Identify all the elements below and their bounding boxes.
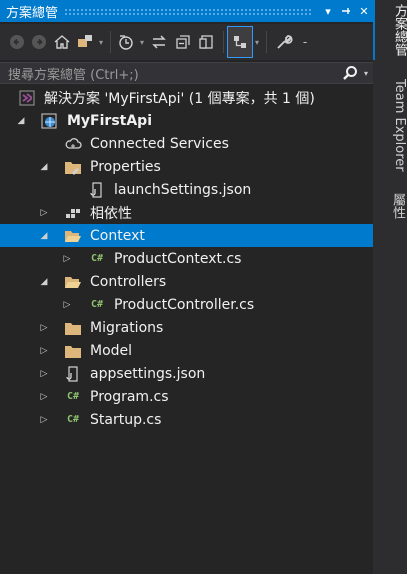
show-all-files-icon[interactable] xyxy=(195,27,219,57)
pin-icon[interactable] xyxy=(337,0,355,22)
web-project-icon xyxy=(40,109,60,132)
tree-item-label: ProductContext.cs xyxy=(114,250,242,267)
expanded-arrow-icon[interactable]: ◢ xyxy=(38,270,50,293)
home-icon[interactable] xyxy=(50,27,74,57)
tree-item-label: 解決方案 'MyFirstApi' (1 個專案，共 1 個) xyxy=(44,90,315,107)
window-title: 方案總管 xyxy=(6,5,59,21)
tree-item-label: Properties xyxy=(90,158,161,175)
collapsed-arrow-icon[interactable]: ▷ xyxy=(61,293,73,316)
json-file-icon xyxy=(63,362,83,385)
preview-icon[interactable] xyxy=(227,26,253,58)
tree-item-context[interactable]: ◢ Context xyxy=(0,224,373,247)
tree-item-model[interactable]: ▷ Model xyxy=(0,339,373,362)
tree-item-label: Connected Services xyxy=(90,135,229,152)
tree-item-launch-settings[interactable]: launchSettings.json xyxy=(0,178,373,201)
tree-item-solution[interactable]: 解決方案 'MyFirstApi' (1 個專案，共 1 個) xyxy=(0,86,373,109)
csharp-file-icon: C# xyxy=(90,299,104,310)
toolbar-separator xyxy=(223,31,224,53)
tree-item-dependencies[interactable]: ▷ 相依性 xyxy=(0,201,373,224)
preview-dropdown-icon[interactable]: ▾ xyxy=(252,27,262,57)
csharp-file-icon: C# xyxy=(66,414,80,425)
tree-item-label: 相依性 xyxy=(90,205,132,222)
window-menu-dropdown-icon[interactable]: ▾ xyxy=(319,0,337,22)
tree-item-label: MyFirstApi xyxy=(67,112,153,129)
tree-item-label: Startup.cs xyxy=(90,411,162,428)
close-icon[interactable]: ✕ xyxy=(355,0,373,22)
collapse-all-icon[interactable] xyxy=(171,27,195,57)
back-icon[interactable] xyxy=(6,27,28,57)
forward-icon[interactable] xyxy=(28,27,50,57)
switch-views-icon[interactable] xyxy=(74,27,96,57)
drag-grip[interactable] xyxy=(64,7,313,15)
tree-item-controllers[interactable]: ◢ Controllers xyxy=(0,270,373,293)
search-box[interactable]: 搜尋方案總管 (Ctrl+;) ▾ xyxy=(0,62,373,84)
collapsed-arrow-icon[interactable]: ▷ xyxy=(38,362,50,385)
search-options-dropdown-icon[interactable]: ▾ xyxy=(359,69,373,78)
dependencies-icon xyxy=(63,201,83,224)
tree-item-label: Program.cs xyxy=(90,388,169,405)
toolbar-separator xyxy=(110,31,111,53)
collapsed-arrow-icon[interactable]: ▷ xyxy=(38,408,50,431)
pending-changes-filter-icon[interactable] xyxy=(115,27,137,57)
collapsed-arrow-icon[interactable]: ▷ xyxy=(38,201,50,224)
tree-item-product-controller[interactable]: ▷ C# ProductController.cs xyxy=(0,293,373,316)
tree-item-appsettings[interactable]: ▷ appsettings.json xyxy=(0,362,373,385)
tree-item-product-context[interactable]: ▷ C# ProductContext.cs xyxy=(0,247,373,270)
sync-icon[interactable] xyxy=(147,27,171,57)
pending-changes-dropdown-icon[interactable]: ▾ xyxy=(137,27,147,57)
tree-item-label: Migrations xyxy=(90,319,164,336)
collapsed-arrow-icon[interactable]: ▷ xyxy=(38,339,50,362)
expanded-arrow-icon[interactable]: ◢ xyxy=(38,224,50,247)
tree-item-label: ProductController.cs xyxy=(114,296,255,313)
tree-item-project[interactable]: ◢ MyFirstApi xyxy=(0,109,373,132)
tab-team-explorer[interactable]: Team Explorer xyxy=(373,70,407,180)
tree-item-connected-services[interactable]: Connected Services xyxy=(0,132,373,155)
toolbar: ▾ ▾ ▾ - xyxy=(0,24,373,60)
tree-item-startup[interactable]: ▷ C# Startup.cs xyxy=(0,408,373,431)
search-input[interactable]: 搜尋方案總管 (Ctrl+;) xyxy=(0,64,341,83)
more-options-icon[interactable]: - xyxy=(297,27,313,57)
tree-item-label: appsettings.json xyxy=(90,365,206,382)
tab-solution-explorer[interactable]: 方案總管 xyxy=(373,0,407,60)
toolbar-separator xyxy=(266,31,267,53)
tree-item-label: Context xyxy=(90,227,145,244)
csharp-file-icon: C# xyxy=(66,391,80,402)
collapsed-arrow-icon[interactable]: ▷ xyxy=(38,316,50,339)
tree-item-label: launchSettings.json xyxy=(114,181,252,198)
json-file-icon xyxy=(87,178,107,201)
csharp-file-icon: C# xyxy=(90,253,104,264)
cloud-icon xyxy=(63,132,83,155)
folder-open-icon xyxy=(63,224,83,247)
folder-open-icon xyxy=(63,270,83,293)
folder-icon xyxy=(63,339,83,362)
folder-icon xyxy=(63,316,83,339)
tree-item-migrations[interactable]: ▷ Migrations xyxy=(0,316,373,339)
collapsed-arrow-icon[interactable]: ▷ xyxy=(61,247,73,270)
wrench-icon[interactable] xyxy=(271,27,297,57)
tree-item-label: Model xyxy=(90,342,133,359)
expanded-arrow-icon[interactable]: ◢ xyxy=(38,155,50,178)
properties-folder-icon xyxy=(63,155,83,178)
switch-views-dropdown-icon[interactable]: ▾ xyxy=(96,27,106,57)
tab-properties[interactable]: 屬性 xyxy=(373,186,407,226)
tree-item-properties[interactable]: ◢ Properties xyxy=(0,155,373,178)
tree-item-program[interactable]: ▷ C# Program.cs xyxy=(0,385,373,408)
expanded-arrow-icon[interactable]: ◢ xyxy=(15,109,27,132)
visual-studio-solution-icon xyxy=(17,86,37,109)
search-icon[interactable] xyxy=(341,65,359,81)
side-tab-strip: 方案總管 Team Explorer 屬性 xyxy=(373,0,407,574)
collapsed-arrow-icon[interactable]: ▷ xyxy=(38,385,50,408)
tree-item-label: Controllers xyxy=(90,273,167,290)
tool-window-titlebar[interactable]: 方案總管 ▾ ✕ xyxy=(0,0,373,22)
solution-tree: 解決方案 'MyFirstApi' (1 個專案，共 1 個) ◢ MyFirs… xyxy=(0,86,373,431)
